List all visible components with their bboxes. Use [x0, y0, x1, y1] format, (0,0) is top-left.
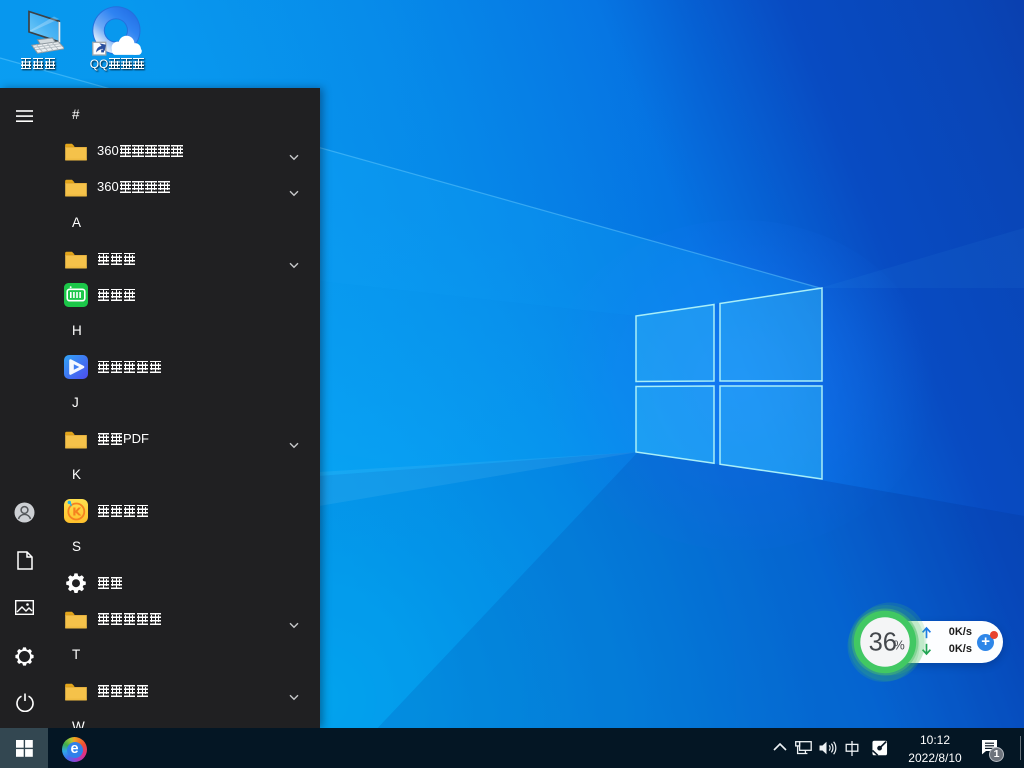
- svg-text:%: %: [894, 639, 905, 653]
